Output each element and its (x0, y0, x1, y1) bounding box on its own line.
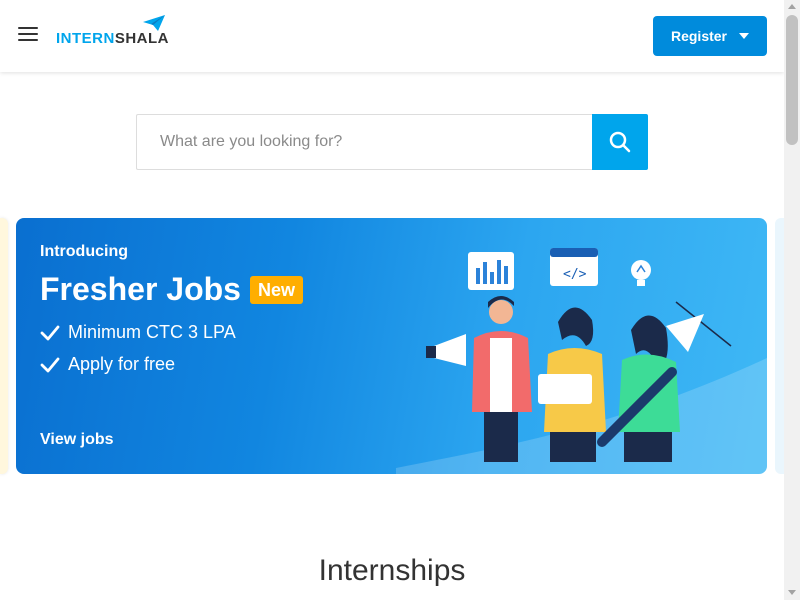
search-icon (609, 131, 631, 153)
view-jobs-link[interactable]: View jobs (40, 431, 114, 449)
banner-feature-free: Apply for free (40, 354, 175, 375)
feature-label: Minimum CTC 3 LPA (68, 322, 236, 342)
register-label: Register (670, 28, 728, 44)
lightbulb-icon (631, 260, 651, 286)
carousel-prev-card[interactable] (0, 218, 8, 474)
internships-heading: Internships (318, 554, 466, 587)
search-input[interactable] (136, 114, 592, 170)
bar-chart-card-icon (468, 252, 514, 290)
scroll-up-arrow-icon[interactable] (788, 4, 796, 9)
register-button[interactable]: Register (653, 16, 767, 56)
search-bar (136, 114, 648, 170)
search-button[interactable] (592, 114, 648, 170)
check-icon (40, 325, 60, 340)
code-window-icon: </> (550, 248, 598, 286)
fresher-jobs-banner[interactable]: Introducing Fresher Jobs New Minimum CTC… (16, 218, 767, 474)
feature-label: Apply for free (68, 354, 176, 374)
banner-headline: Fresher Jobs New (40, 271, 303, 308)
logo-text: INTERNSHALA (56, 30, 169, 47)
page-scrollbar[interactable] (784, 0, 800, 600)
internshala-logo[interactable]: INTERNSHALA (56, 14, 172, 48)
scroll-down-arrow-icon[interactable] (788, 590, 796, 595)
people-illustration: </> (426, 248, 732, 462)
megaphone-icon (426, 334, 466, 366)
logo-text-shala: SHALA (114, 30, 170, 47)
banner-intro: Introducing (40, 243, 128, 260)
carousel-next-card[interactable] (775, 218, 784, 474)
scrollbar-thumb[interactable] (786, 15, 798, 145)
caret-down-icon (739, 33, 750, 39)
hamburger-menu-icon[interactable] (18, 27, 38, 45)
logo-text-intern: INTERN (56, 30, 115, 47)
check-icon (40, 357, 60, 372)
banner-feature-ctc: Minimum CTC 3 LPA (40, 322, 236, 343)
top-navbar: INTERNSHALA Register (0, 0, 784, 72)
svg-text:</>: </> (563, 267, 587, 282)
new-badge: New (249, 275, 303, 304)
banner-headline-text: Fresher Jobs (40, 271, 241, 307)
